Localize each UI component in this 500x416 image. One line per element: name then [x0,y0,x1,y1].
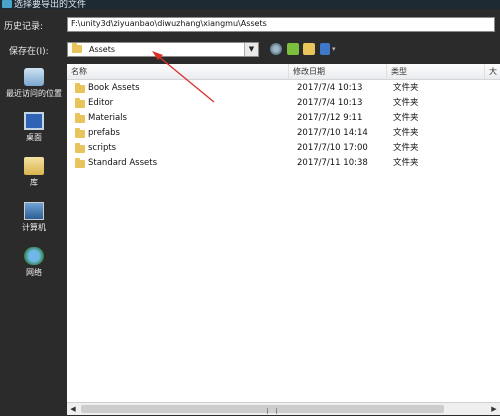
file-name: Materials [88,113,127,123]
file-type: 文件夹 [393,83,419,93]
file-name: Standard Assets [88,158,158,168]
file-name: prefabs [88,128,120,138]
folder-icon [75,98,85,108]
history-path-text: F:\unity3d\ziyuanbao\diwuzhang\xiangmu\A… [71,19,267,28]
file-type: 文件夹 [393,113,419,123]
history-label: 历史记录: [4,22,44,32]
title-bar: 选择要导出的文件 [0,0,500,9]
column-date[interactable]: 修改日期 [289,64,387,79]
file-name: Editor [88,98,114,108]
file-type: 文件夹 [393,158,419,168]
save-in-dropdown[interactable]: Assets ▼ [67,42,259,57]
list-item[interactable]: scripts 2017/7/10 17:00 文件夹 [67,141,500,156]
scroll-right-icon[interactable]: ▶ [488,403,500,415]
file-type: 文件夹 [393,98,419,108]
list-item[interactable]: Editor 2017/7/4 10:13 文件夹 [67,96,500,111]
file-type: 文件夹 [393,143,419,153]
folder-icon [75,83,85,93]
list-item[interactable]: Materials 2017/7/12 9:11 文件夹 [67,111,500,126]
file-date: 2017/7/11 10:38 [297,158,368,168]
file-date: 2017/7/10 14:14 [297,128,368,138]
computer-icon [24,202,44,220]
recent-places-icon [24,68,44,86]
horizontal-scrollbar[interactable]: ◀ ▶ [67,402,500,415]
chevron-down-icon[interactable]: ▼ [244,43,258,56]
network-icon [24,247,44,265]
list-item[interactable]: Standard Assets 2017/7/11 10:38 文件夹 [67,156,500,171]
save-in-value: Assets [89,45,116,54]
grip-icon [267,408,277,414]
place-recent[interactable]: 最近访问的位置 [2,68,66,99]
app-icon [2,0,12,8]
place-desktop[interactable]: 桌面 [2,112,66,143]
file-type: 文件夹 [393,128,419,138]
view-menu-icon[interactable] [320,43,330,55]
place-network[interactable]: 网络 [2,247,66,278]
folder-icon [72,43,82,53]
file-date: 2017/7/10 17:00 [297,143,368,153]
up-folder-icon[interactable] [287,43,299,55]
history-path-field[interactable]: F:\unity3d\ziyuanbao\diwuzhang\xiangmu\A… [67,17,495,32]
save-in-label: 保存在(I): [9,47,49,57]
list-header: 名称 修改日期 类型 大 [67,64,500,80]
folder-icon [75,128,85,138]
column-size[interactable]: 大 [485,64,500,79]
folder-icon [75,113,85,123]
file-date: 2017/7/12 9:11 [297,113,363,123]
window-title: 选择要导出的文件 [14,0,87,9]
column-type[interactable]: 类型 [387,64,485,79]
folder-icon [75,143,85,153]
file-date: 2017/7/4 10:13 [297,83,363,93]
file-name: Book Assets [88,83,140,93]
place-libraries[interactable]: 库 [2,157,66,188]
list-item[interactable]: Book Assets 2017/7/4 10:13 文件夹 [67,81,500,96]
scroll-left-icon[interactable]: ◀ [67,403,79,415]
view-menu-chevron-icon[interactable]: ▾ [332,45,336,53]
desktop-icon [24,112,44,130]
list-item[interactable]: prefabs 2017/7/10 14:14 文件夹 [67,126,500,141]
place-computer[interactable]: 计算机 [2,202,66,233]
new-folder-icon[interactable] [303,43,315,55]
libraries-icon [24,157,44,175]
place-label: 库 [30,178,38,187]
place-label: 网络 [26,268,42,277]
file-list[interactable]: 名称 修改日期 类型 大 Book Assets 2017/7/4 10:13 … [67,64,500,402]
place-label: 计算机 [22,223,46,232]
place-label: 桌面 [26,133,42,142]
folder-icon [75,158,85,168]
file-date: 2017/7/4 10:13 [297,98,363,108]
scrollbar-thumb[interactable] [81,405,444,414]
back-icon[interactable] [270,43,282,55]
column-name[interactable]: 名称 [67,64,289,79]
file-name: scripts [88,143,117,153]
places-bar: 最近访问的位置 桌面 库 计算机 网络 [2,64,66,414]
place-label: 最近访问的位置 [6,89,62,98]
